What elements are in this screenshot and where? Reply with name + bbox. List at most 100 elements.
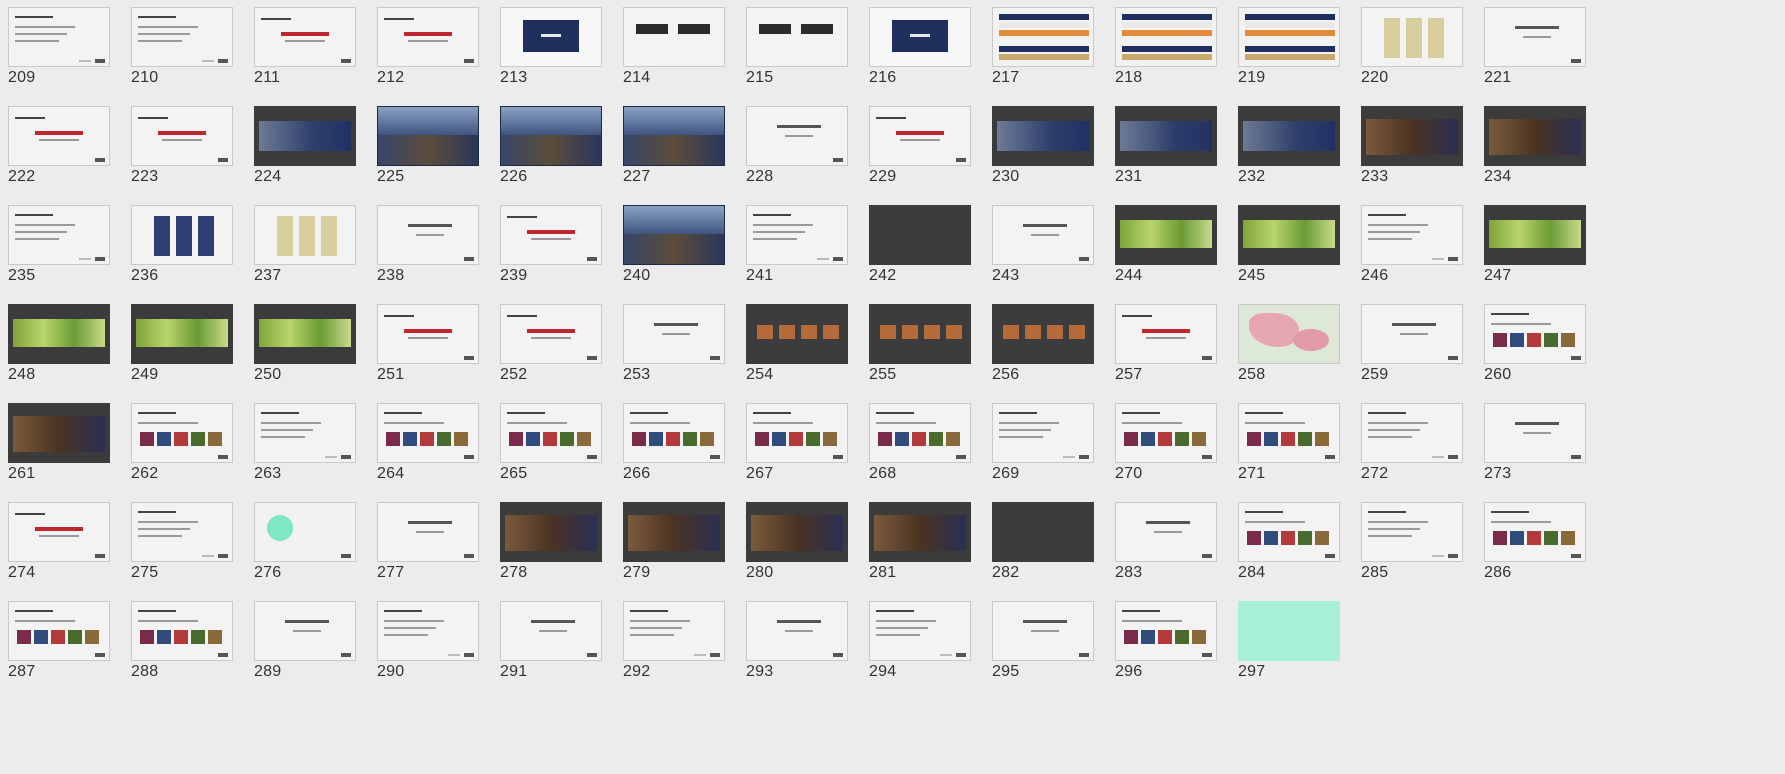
slide-286[interactable]: 286 xyxy=(1476,495,1586,583)
slide-thumbnail[interactable] xyxy=(1484,304,1586,364)
slide-264[interactable]: 264 xyxy=(369,396,479,484)
slide-thumbnail[interactable] xyxy=(1115,7,1217,67)
slide-252[interactable]: 252 xyxy=(492,297,602,385)
slide-281[interactable]: 281 xyxy=(861,495,971,583)
slide-247[interactable]: 247 xyxy=(1476,198,1586,286)
slide-263[interactable]: 263 xyxy=(246,396,356,484)
slide-217[interactable]: 217 xyxy=(984,0,1094,88)
slide-236[interactable]: 236 xyxy=(123,198,233,286)
slide-thumbnail[interactable] xyxy=(131,403,233,463)
slide-thumbnail[interactable] xyxy=(1484,205,1586,265)
slide-251[interactable]: 251 xyxy=(369,297,479,385)
slide-224[interactable]: 224 xyxy=(246,99,356,187)
slide-thumbnail[interactable] xyxy=(8,304,110,364)
slide-293[interactable]: 293 xyxy=(738,594,848,682)
slide-thumbnail[interactable] xyxy=(992,7,1094,67)
slide-thumbnail[interactable] xyxy=(869,106,971,166)
slide-215[interactable]: 215 xyxy=(738,0,848,88)
slide-258[interactable]: 258 xyxy=(1230,297,1340,385)
slide-272[interactable]: 272 xyxy=(1353,396,1463,484)
slide-241[interactable]: 241 xyxy=(738,198,848,286)
slide-thumbnail[interactable] xyxy=(623,304,725,364)
slide-thumbnail[interactable] xyxy=(869,601,971,661)
slide-265[interactable]: 265 xyxy=(492,396,602,484)
slide-267[interactable]: 267 xyxy=(738,396,848,484)
slide-296[interactable]: 296 xyxy=(1107,594,1217,682)
slide-thumbnail[interactable] xyxy=(1361,7,1463,67)
slide-283[interactable]: 283 xyxy=(1107,495,1217,583)
slide-thumbnail[interactable] xyxy=(992,205,1094,265)
slide-thumbnail[interactable] xyxy=(623,106,725,166)
slide-thumbnail[interactable] xyxy=(746,304,848,364)
slide-219[interactable]: 219 xyxy=(1230,0,1340,88)
slide-thumbnail[interactable] xyxy=(1238,7,1340,67)
slide-thumbnail[interactable] xyxy=(254,205,356,265)
slide-209[interactable]: 209 xyxy=(0,0,110,88)
slide-282[interactable]: 282 xyxy=(984,495,1094,583)
slide-thumbnail[interactable] xyxy=(1238,205,1340,265)
slide-248[interactable]: 248 xyxy=(0,297,110,385)
slide-292[interactable]: 292 xyxy=(615,594,725,682)
slide-245[interactable]: 245 xyxy=(1230,198,1340,286)
slide-thumbnail[interactable] xyxy=(500,601,602,661)
slide-239[interactable]: 239 xyxy=(492,198,602,286)
slide-thumbnail[interactable] xyxy=(1115,601,1217,661)
slide-thumbnail[interactable] xyxy=(1115,106,1217,166)
slide-261[interactable]: 261 xyxy=(0,396,110,484)
slide-thumbnail[interactable] xyxy=(377,205,479,265)
slide-thumbnail[interactable] xyxy=(1361,106,1463,166)
slide-thumbnail[interactable] xyxy=(131,601,233,661)
slide-thumbnail[interactable] xyxy=(254,403,356,463)
slide-257[interactable]: 257 xyxy=(1107,297,1217,385)
slide-thumbnail[interactable] xyxy=(500,7,602,67)
slide-253[interactable]: 253 xyxy=(615,297,725,385)
slide-242[interactable]: 242 xyxy=(861,198,971,286)
slide-thumbnail[interactable] xyxy=(500,205,602,265)
slide-238[interactable]: 238 xyxy=(369,198,479,286)
slide-thumbnail[interactable] xyxy=(8,106,110,166)
slide-thumbnail[interactable] xyxy=(254,106,356,166)
slide-273[interactable]: 273 xyxy=(1476,396,1586,484)
slide-thumbnail[interactable] xyxy=(377,601,479,661)
slide-291[interactable]: 291 xyxy=(492,594,602,682)
slide-214[interactable]: 214 xyxy=(615,0,725,88)
slide-thumbnail[interactable] xyxy=(623,205,725,265)
slide-297[interactable]: 297 xyxy=(1230,594,1340,682)
slide-294[interactable]: 294 xyxy=(861,594,971,682)
slide-thumbnail[interactable] xyxy=(992,502,1094,562)
slide-thumbnail[interactable] xyxy=(992,601,1094,661)
slide-thumbnail[interactable] xyxy=(1484,403,1586,463)
slide-thumbnail[interactable] xyxy=(869,403,971,463)
slide-thumbnail[interactable] xyxy=(500,403,602,463)
slide-thumbnail[interactable] xyxy=(1484,106,1586,166)
slide-thumbnail[interactable] xyxy=(746,601,848,661)
slide-277[interactable]: 277 xyxy=(369,495,479,583)
slide-thumbnail[interactable] xyxy=(8,7,110,67)
slide-259[interactable]: 259 xyxy=(1353,297,1463,385)
slide-255[interactable]: 255 xyxy=(861,297,971,385)
slide-240[interactable]: 240 xyxy=(615,198,725,286)
slide-254[interactable]: 254 xyxy=(738,297,848,385)
slide-thumbnail[interactable] xyxy=(377,403,479,463)
slide-250[interactable]: 250 xyxy=(246,297,356,385)
slide-thumbnail[interactable] xyxy=(131,7,233,67)
slide-thumbnail[interactable] xyxy=(746,502,848,562)
slide-269[interactable]: 269 xyxy=(984,396,1094,484)
slide-thumbnail[interactable] xyxy=(869,7,971,67)
slide-226[interactable]: 226 xyxy=(492,99,602,187)
slide-243[interactable]: 243 xyxy=(984,198,1094,286)
slide-thumbnail[interactable] xyxy=(1238,304,1340,364)
slide-235[interactable]: 235 xyxy=(0,198,110,286)
slide-thumbnail[interactable] xyxy=(254,7,356,67)
slide-thumbnail[interactable] xyxy=(377,7,479,67)
slide-279[interactable]: 279 xyxy=(615,495,725,583)
slide-thumbnail[interactable] xyxy=(623,403,725,463)
slide-thumbnail[interactable] xyxy=(131,205,233,265)
slide-210[interactable]: 210 xyxy=(123,0,233,88)
slide-thumbnail[interactable] xyxy=(1361,403,1463,463)
slide-289[interactable]: 289 xyxy=(246,594,356,682)
slide-thumbnail[interactable] xyxy=(8,502,110,562)
slide-280[interactable]: 280 xyxy=(738,495,848,583)
slide-thumbnail[interactable] xyxy=(131,106,233,166)
slide-thumbnail[interactable] xyxy=(746,403,848,463)
